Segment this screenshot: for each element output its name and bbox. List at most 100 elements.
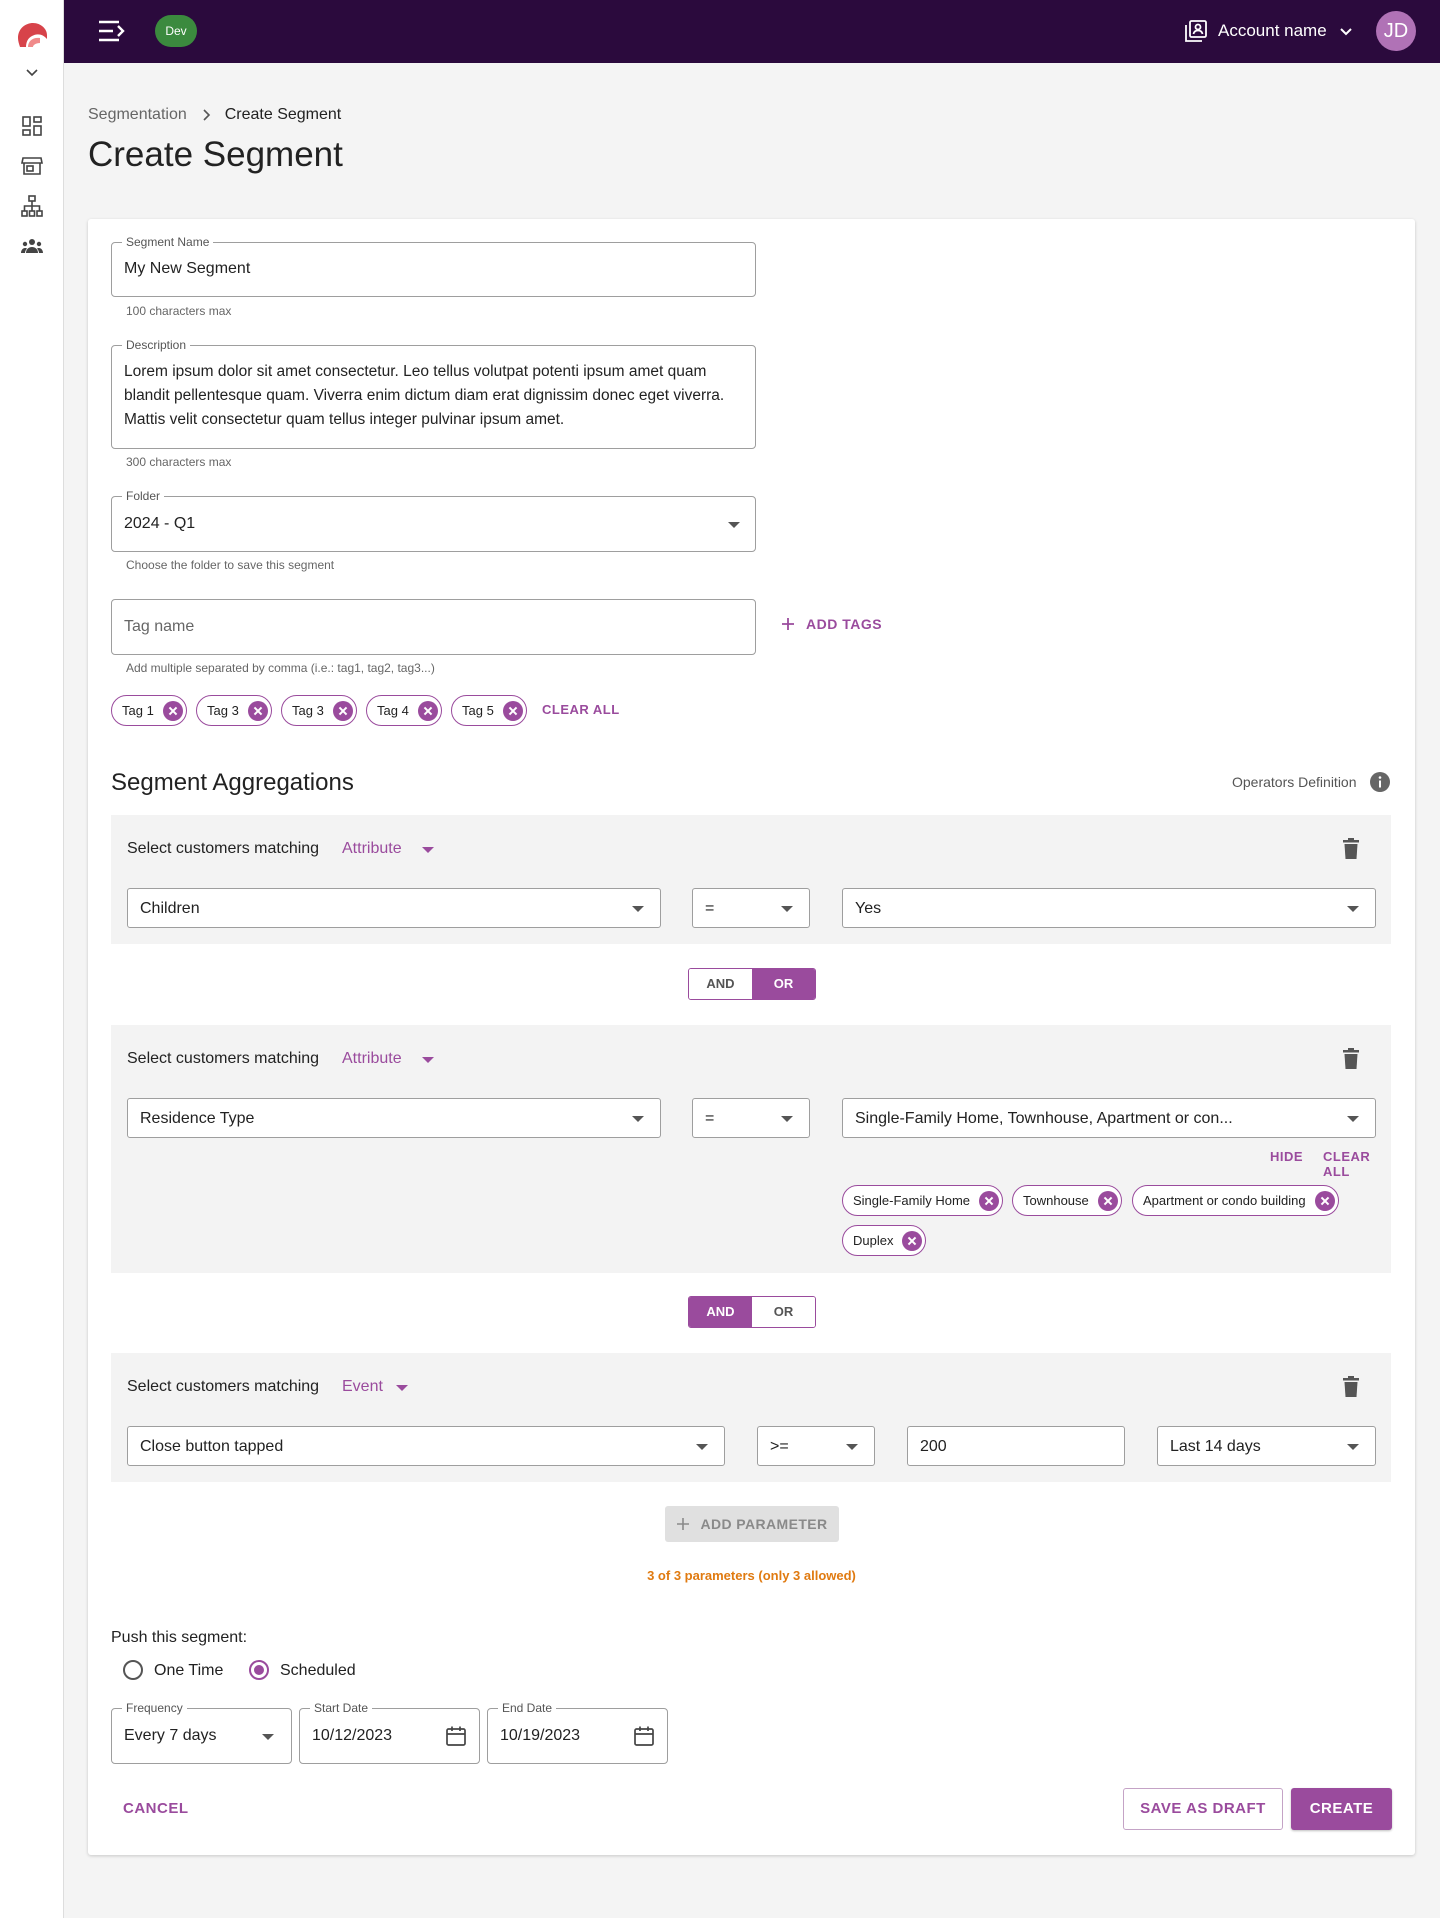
people-icon[interactable] — [20, 234, 44, 258]
radio-button[interactable] — [123, 1660, 143, 1680]
dropdown-arrow-icon — [1347, 906, 1359, 912]
tag-name-input[interactable]: Tag name — [111, 599, 756, 655]
attribute-value-select[interactable]: Yes — [842, 888, 1376, 928]
dropdown-arrow-icon — [1347, 1116, 1359, 1122]
clear-all-tags-button[interactable]: CLEAR ALL — [542, 702, 620, 717]
segment-name-label: Segment Name — [122, 235, 214, 249]
tag-chip[interactable]: Tag 5 — [451, 695, 527, 726]
folder-label: Folder — [122, 489, 165, 503]
environment-badge: Dev — [155, 15, 197, 47]
trash-icon[interactable] — [1340, 1375, 1362, 1399]
event-value: Close button tapped — [140, 1438, 284, 1455]
add-tags-label: ADD TAGS — [806, 616, 883, 632]
trash-icon[interactable] — [1340, 1047, 1362, 1071]
aggregation-rule: Select customers matching Event Close bu… — [111, 1353, 1391, 1482]
add-tags-button[interactable]: ADD TAGS — [780, 616, 882, 632]
push-segment-label: Push this segment: — [111, 1629, 248, 1646]
event-select[interactable]: Close button tapped — [127, 1426, 725, 1466]
breadcrumb: Segmentation Create Segment — [88, 106, 341, 124]
rule-label: Select customers matching — [127, 1378, 320, 1395]
chevron-down-icon — [1339, 28, 1352, 36]
amount-input[interactable]: 200 — [907, 1426, 1125, 1466]
remove-chip-icon[interactable] — [1314, 1190, 1335, 1211]
info-icon[interactable] — [1369, 771, 1391, 793]
chevron-right-icon — [203, 109, 210, 121]
remove-chip-icon[interactable] — [162, 700, 183, 721]
account-menu[interactable]: Account name — [1184, 18, 1355, 44]
dropdown-arrow-icon — [696, 1444, 708, 1450]
tag-chip[interactable]: Tag 4 — [366, 695, 442, 726]
attribute-field-value: Children — [140, 900, 200, 917]
calendar-icon[interactable] — [633, 1725, 655, 1747]
and-toggle-option[interactable]: AND — [689, 969, 752, 999]
attribute-field-select[interactable]: Residence Type — [127, 1098, 661, 1138]
brand-logo-icon[interactable] — [16, 22, 48, 48]
aggregation-rule: Select customers matching Attribute Chil… — [111, 815, 1391, 944]
remove-chip-icon[interactable] — [417, 700, 438, 721]
add-parameter-label: ADD PARAMETER — [700, 1516, 828, 1532]
segment-name-field[interactable]: Segment Name My New Segment — [111, 235, 756, 297]
remove-chip-icon[interactable] — [902, 1230, 923, 1251]
value-chip[interactable]: Duplex — [842, 1225, 927, 1256]
user-avatar[interactable]: JD — [1376, 11, 1416, 51]
tag-chip[interactable]: Tag 1 — [111, 695, 187, 726]
remove-chip-icon[interactable] — [247, 700, 268, 721]
breadcrumb-parent-link[interactable]: Segmentation — [88, 106, 187, 124]
save-as-draft-button[interactable]: SAVE AS DRAFT — [1123, 1788, 1283, 1830]
remove-chip-icon[interactable] — [332, 700, 353, 721]
radio-button-selected[interactable] — [249, 1660, 269, 1680]
tag-chip[interactable]: Tag 3 — [281, 695, 357, 726]
value-chip-label: Single-Family Home — [853, 1193, 971, 1208]
and-or-toggle[interactable]: AND OR — [688, 1296, 816, 1328]
hide-values-button[interactable]: HIDE — [1270, 1149, 1303, 1164]
clear-all-values-button[interactable]: CLEAR ALL — [1323, 1149, 1391, 1179]
value-chip[interactable]: Apartment or condo building — [1132, 1185, 1339, 1216]
chevron-down-icon[interactable] — [24, 64, 40, 80]
account-name: Account name — [1218, 21, 1327, 40]
trash-icon[interactable] — [1340, 837, 1362, 861]
attribute-field-select[interactable]: Children — [127, 888, 661, 928]
breadcrumb-current: Create Segment — [224, 106, 342, 123]
add-parameter-button[interactable]: ADD PARAMETER — [665, 1506, 839, 1542]
remove-chip-icon[interactable] — [1097, 1190, 1118, 1211]
description-field[interactable]: Description Lorem ipsum dolor sit amet c… — [111, 338, 756, 449]
hierarchy-icon[interactable] — [20, 194, 44, 218]
value-chip[interactable]: Townhouse — [1012, 1185, 1122, 1216]
time-period-select[interactable]: Last 14 days — [1157, 1426, 1376, 1466]
or-toggle-option[interactable]: OR — [752, 1297, 815, 1327]
and-toggle-option[interactable]: AND — [689, 1297, 752, 1327]
operator-value: >= — [770, 1438, 789, 1455]
operator-value: = — [705, 900, 715, 917]
tag-chip-label: Tag 3 — [207, 703, 239, 718]
or-toggle-option[interactable]: OR — [752, 969, 815, 999]
dropdown-arrow-icon — [422, 847, 434, 853]
cancel-button[interactable]: CANCEL — [123, 1800, 189, 1817]
operator-select[interactable]: >= — [757, 1426, 875, 1466]
operator-select[interactable]: = — [692, 888, 810, 928]
plus-icon — [782, 618, 794, 630]
frequency-select[interactable]: Frequency Every 7 days — [111, 1701, 292, 1764]
start-date-field[interactable]: Start Date 10/12/2023 — [299, 1701, 480, 1764]
store-icon[interactable] — [20, 154, 44, 178]
attribute-value-multiselect[interactable]: Single-Family Home, Townhouse, Apartment… — [842, 1098, 1376, 1138]
end-date-field[interactable]: End Date 10/19/2023 — [487, 1701, 668, 1764]
tag-chip[interactable]: Tag 3 — [196, 695, 272, 726]
remove-chip-icon[interactable] — [502, 700, 523, 721]
menu-open-icon[interactable] — [97, 18, 127, 44]
dashboard-icon[interactable] — [20, 114, 44, 138]
tag-name-helper: Add multiple separated by comma (i.e.: t… — [126, 661, 435, 675]
create-button[interactable]: CREATE — [1291, 1788, 1392, 1830]
time-period-value: Last 14 days — [1170, 1438, 1261, 1455]
operator-select[interactable]: = — [692, 1098, 810, 1138]
value-chip[interactable]: Single-Family Home — [842, 1185, 1004, 1216]
dropdown-arrow-icon — [262, 1734, 274, 1740]
remove-chip-icon[interactable] — [979, 1190, 1000, 1211]
rule-type-value: Attribute — [342, 840, 402, 857]
and-or-toggle[interactable]: AND OR — [688, 968, 816, 1000]
calendar-icon[interactable] — [445, 1725, 467, 1747]
frequency-label: Frequency — [122, 1701, 187, 1715]
rule-label: Select customers matching — [127, 840, 320, 857]
folder-select[interactable]: Folder 2024 - Q1 — [111, 489, 756, 552]
dropdown-arrow-icon — [632, 906, 644, 912]
attribute-value: Single-Family Home, Townhouse, Apartment… — [855, 1110, 1233, 1127]
